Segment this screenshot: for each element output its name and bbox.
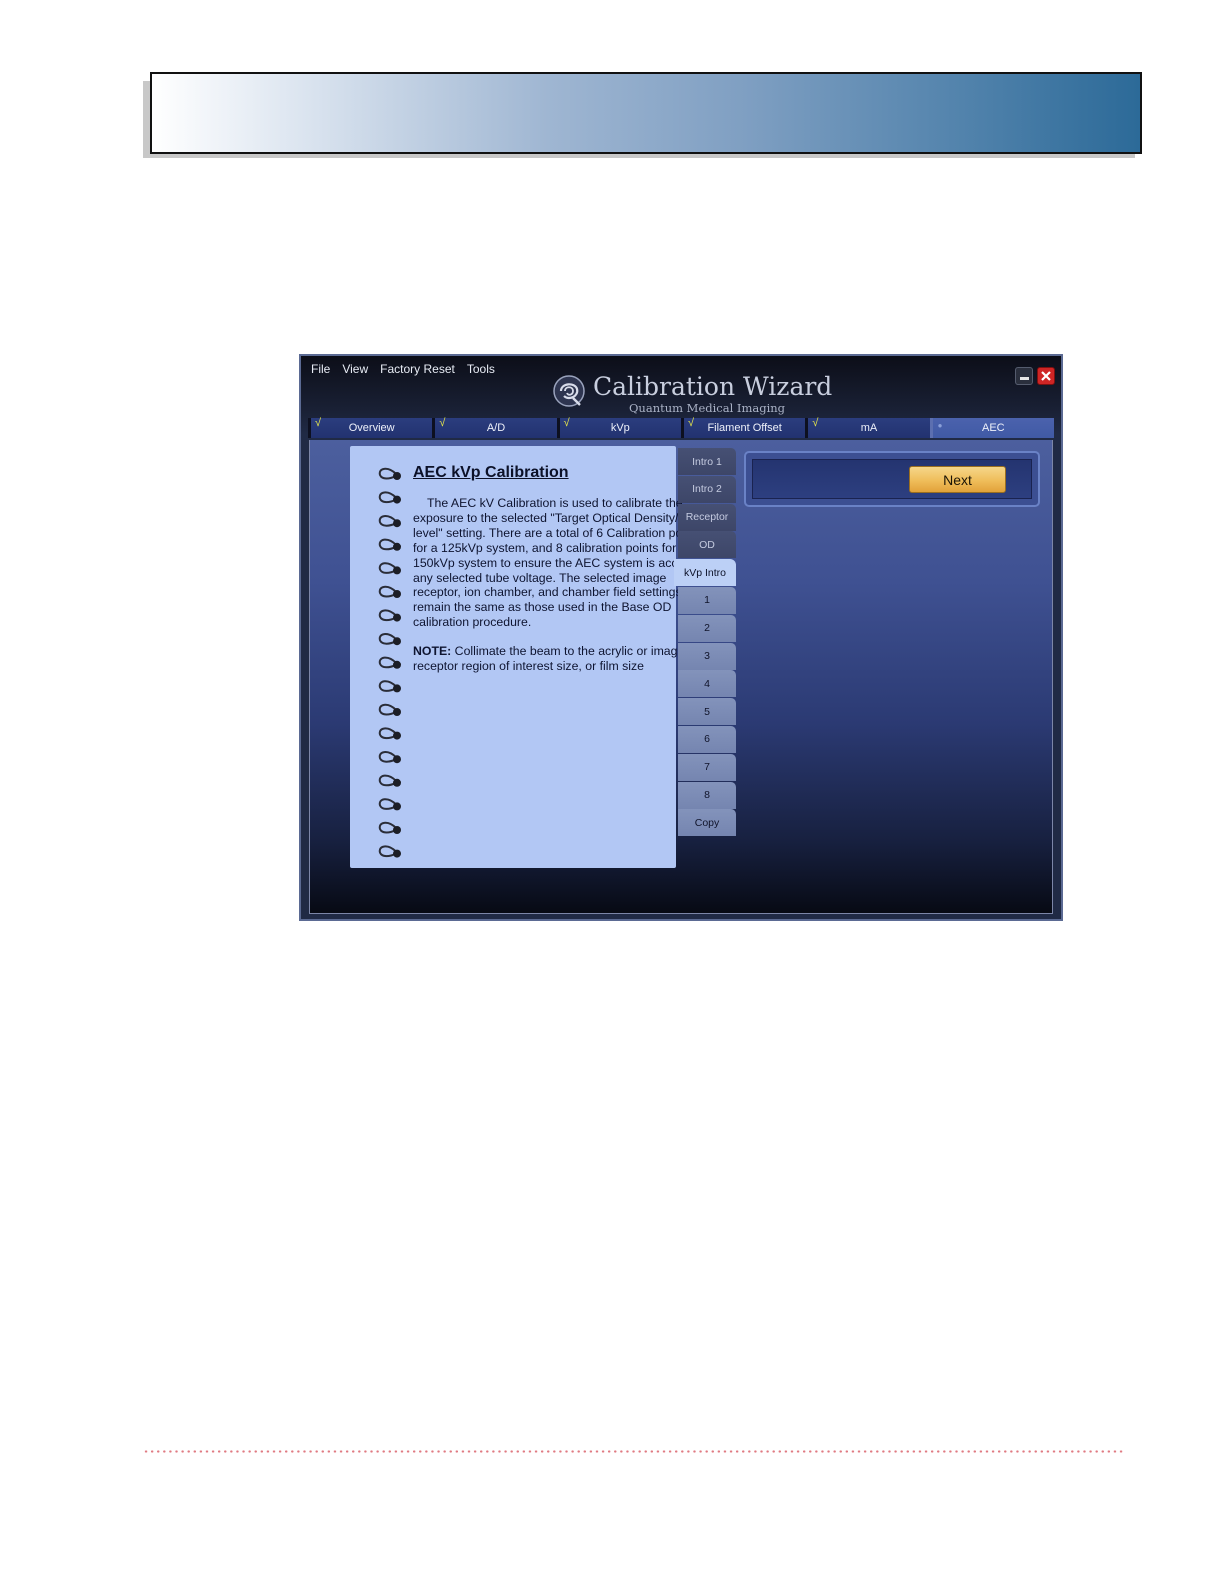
check-icon: √ [439,417,446,429]
tab-aec[interactable]: ● AEC [929,418,1054,438]
step-tab-4[interactable]: 4 [678,670,736,698]
step-tab-receptor[interactable]: Receptor [678,503,736,531]
tab-filament-offset[interactable]: √ Filament Offset [680,417,806,438]
footer-dotted-rule [143,1450,1123,1453]
menu-view[interactable]: View [342,361,368,377]
menu-factory-reset[interactable]: Factory Reset [380,361,455,377]
check-icon: √ [563,417,570,429]
step-tab-kvp-intro[interactable]: kVp Intro [674,559,736,587]
app-title: Calibration Wizard [593,372,833,401]
menu-bar: File View Factory Reset Tools [311,361,495,377]
content-area: AEC kVp Calibration The AEC kV Calibrati… [309,440,1053,914]
close-button[interactable] [1037,367,1055,385]
header-banner [150,72,1142,154]
pending-dot-icon: ● [937,421,943,430]
tab-overview[interactable]: √ Overview [308,417,433,438]
note-text: Collimate the beam to the acrylic or ima… [413,644,685,674]
app-logo: Calibration Wizard Quantum Medical Imagi… [551,372,851,416]
step-tabs: Intro 1 Intro 2 Receptor OD kVp Intro 1 … [674,448,736,837]
close-icon [1041,371,1051,381]
tab-kvp[interactable]: √ kVp [556,417,681,438]
tab-label: Filament Offset [707,422,782,434]
page-title: AEC kVp Calibration [413,464,569,481]
navigation-panel-inner: Next [752,459,1032,499]
navigation-panel: Next [744,451,1040,507]
step-tab-od[interactable]: OD [678,531,736,559]
next-button[interactable]: Next [909,466,1006,493]
step-tab-3[interactable]: 3 [678,642,736,670]
step-tab-8[interactable]: 8 [678,781,736,809]
step-tab-1[interactable]: 1 [678,586,736,614]
page-body: The AEC kV Calibration is used to calibr… [413,496,706,630]
tab-label: kVp [610,422,630,434]
page-note: NOTE: Collimate the beam to the acrylic … [413,644,713,674]
check-icon: √ [315,417,322,429]
note-label: NOTE: [413,644,452,659]
logo-swirl-icon [553,375,585,407]
tab-label: mA [860,422,878,434]
app-subtitle: Quantum Medical Imaging [629,401,786,415]
check-icon: √ [812,417,819,429]
minimize-icon [1019,377,1029,380]
tab-ma[interactable]: √ mA [805,417,930,438]
calibration-wizard-window: File View Factory Reset Tools Calibratio… [299,354,1063,921]
notebook-text: AEC kVp Calibration The AEC kV Calibrati… [413,464,713,674]
tab-ad[interactable]: √ A/D [432,417,557,438]
tab-label: A/D [486,422,506,434]
notebook-page: AEC kVp Calibration The AEC kV Calibrati… [350,446,706,868]
main-tabs: √ Overview √ A/D √ kVp √ Filament Offset… [308,417,1054,438]
tab-label: Overview [348,422,395,434]
tab-label: AEC [981,422,1005,434]
notebook-spiral-icon [378,467,401,858]
minimize-button[interactable] [1015,367,1033,385]
menu-file[interactable]: File [311,361,330,377]
step-tab-5[interactable]: 5 [678,698,736,726]
step-tab-6[interactable]: 6 [678,725,736,753]
step-tab-2[interactable]: 2 [678,614,736,642]
step-tab-intro-1[interactable]: Intro 1 [678,448,736,475]
step-tab-copy[interactable]: Copy [678,809,736,837]
step-tab-7[interactable]: 7 [678,753,736,781]
menu-tools[interactable]: Tools [467,361,495,377]
step-tab-intro-2[interactable]: Intro 2 [678,475,736,503]
check-icon: √ [687,417,695,429]
